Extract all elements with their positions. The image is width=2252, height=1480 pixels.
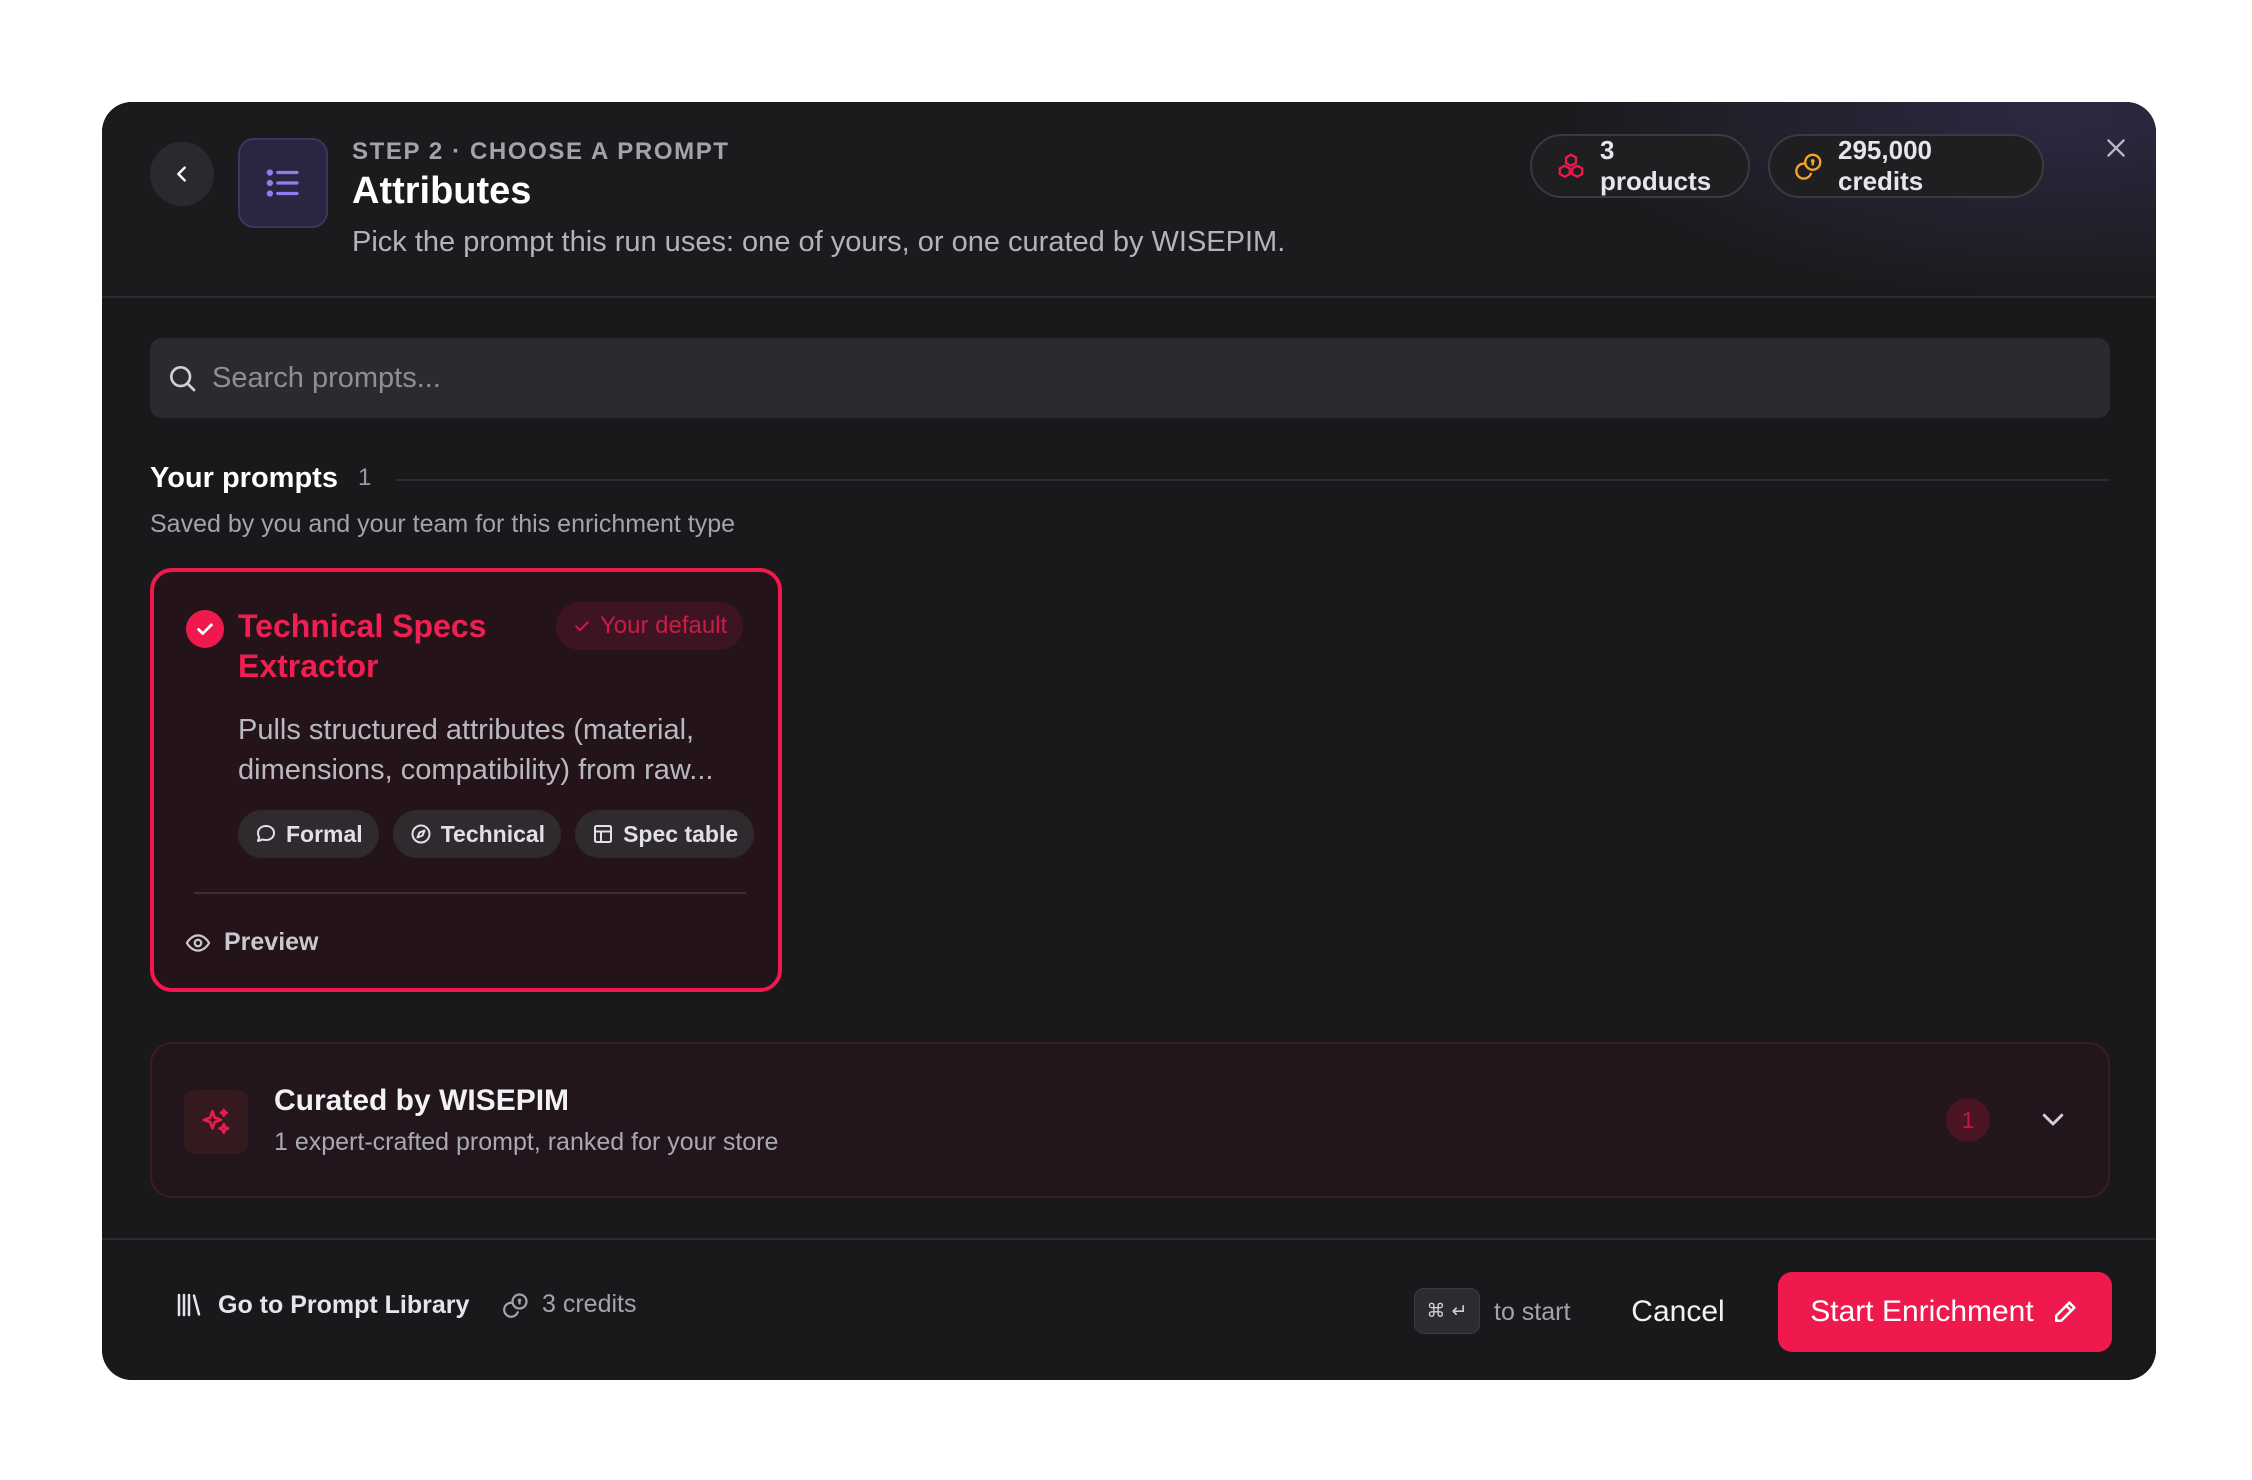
coins-icon [502,1291,530,1319]
coins-icon [1794,151,1824,181]
prompt-picker-modal: STEP 2 · CHOOSE A PROMPT Attributes Pick… [102,102,2156,1380]
products-pill[interactable]: 3 products [1530,134,1750,198]
pencil-icon [2050,1297,2080,1327]
chat-bubble-icon [254,822,278,846]
tag-technical: Technical [392,810,562,858]
step-label: STEP 2 · CHOOSE A PROMPT [352,138,730,165]
list-icon [262,162,304,204]
preview-label: Preview [224,928,319,956]
tag-formal: Formal [238,810,379,858]
prompt-card-description: Pulls structured attributes (material, d… [238,714,714,786]
keyboard-shortcut: ⌘ ↵ [1414,1288,1480,1334]
default-badge: Your default [556,602,744,650]
prompt-tags: Formal Technical Spec table [238,810,755,858]
curated-icon-tile [184,1090,248,1154]
check-icon [194,618,216,640]
tag-label: Formal [286,820,363,847]
tag-label: Technical [440,820,546,847]
curated-subtitle: 1 expert-crafted prompt, ranked for your… [274,1128,779,1156]
products-count: 3 products [1600,135,1712,196]
check-icon [572,616,592,636]
back-button[interactable] [150,142,214,206]
library-icon [174,1290,204,1320]
curated-section-toggle[interactable]: Curated by WISEPIM 1 expert-crafted prom… [150,1042,2110,1198]
run-cost: 3 credits [502,1290,636,1319]
shortcut-hint: to start [1494,1298,1571,1326]
cubes-icon [1556,151,1586,181]
search-icon [166,362,198,394]
credits-balance: 295,000 credits [1838,135,1932,196]
prompt-library-label: Go to Prompt Library [218,1290,470,1319]
credits-pill[interactable]: 295,000 credits [1768,134,2044,198]
cancel-button[interactable]: Cancel [1610,1284,1746,1340]
page-title: Attributes [352,170,532,212]
table-icon [591,822,615,846]
your-prompts-subtitle: Saved by you and your team for this enri… [150,510,736,538]
card-divider [194,892,746,894]
chevron-down-icon[interactable] [2038,1104,2068,1134]
sparkles-icon [199,1105,233,1139]
tag-spec-table: Spec table [575,810,755,858]
modal-footer: Go to Prompt Library 3 credits ⌘ ↵ to st… [102,1238,2156,1380]
close-button[interactable] [2096,128,2136,168]
default-badge-label: Your default [600,612,728,639]
your-prompts-heading: Your prompts [150,462,338,494]
search-bar [150,338,2110,418]
page-subtitle: Pick the prompt this run uses: one of yo… [352,226,1286,258]
chevron-left-icon [171,163,193,185]
start-enrichment-button[interactable]: Start Enrichment [1778,1272,2112,1352]
preview-button[interactable]: Preview [184,928,319,957]
run-cost-label: 3 credits [542,1290,637,1318]
curated-title: Curated by WISEPIM [274,1084,570,1117]
close-icon [2103,135,2129,161]
start-enrichment-label: Start Enrichment [1810,1295,2034,1328]
section-divider [396,479,2110,481]
prompt-library-link[interactable]: Go to Prompt Library [174,1290,469,1320]
selected-indicator [186,610,224,648]
search-input[interactable] [212,361,2092,395]
prompt-card-technical-specs[interactable]: Technical Specs Extractor Your default P… [150,568,782,992]
prompt-card-title: Technical Specs Extractor [238,608,487,684]
tag-label: Spec table [623,820,739,847]
eye-icon [184,929,212,957]
step-icon-tile [238,138,328,228]
curated-count-badge: 1 [1946,1098,1990,1142]
modal-header: STEP 2 · CHOOSE A PROMPT Attributes Pick… [102,102,2156,298]
compass-icon [409,822,433,846]
your-prompts-count: 1 [358,464,372,491]
